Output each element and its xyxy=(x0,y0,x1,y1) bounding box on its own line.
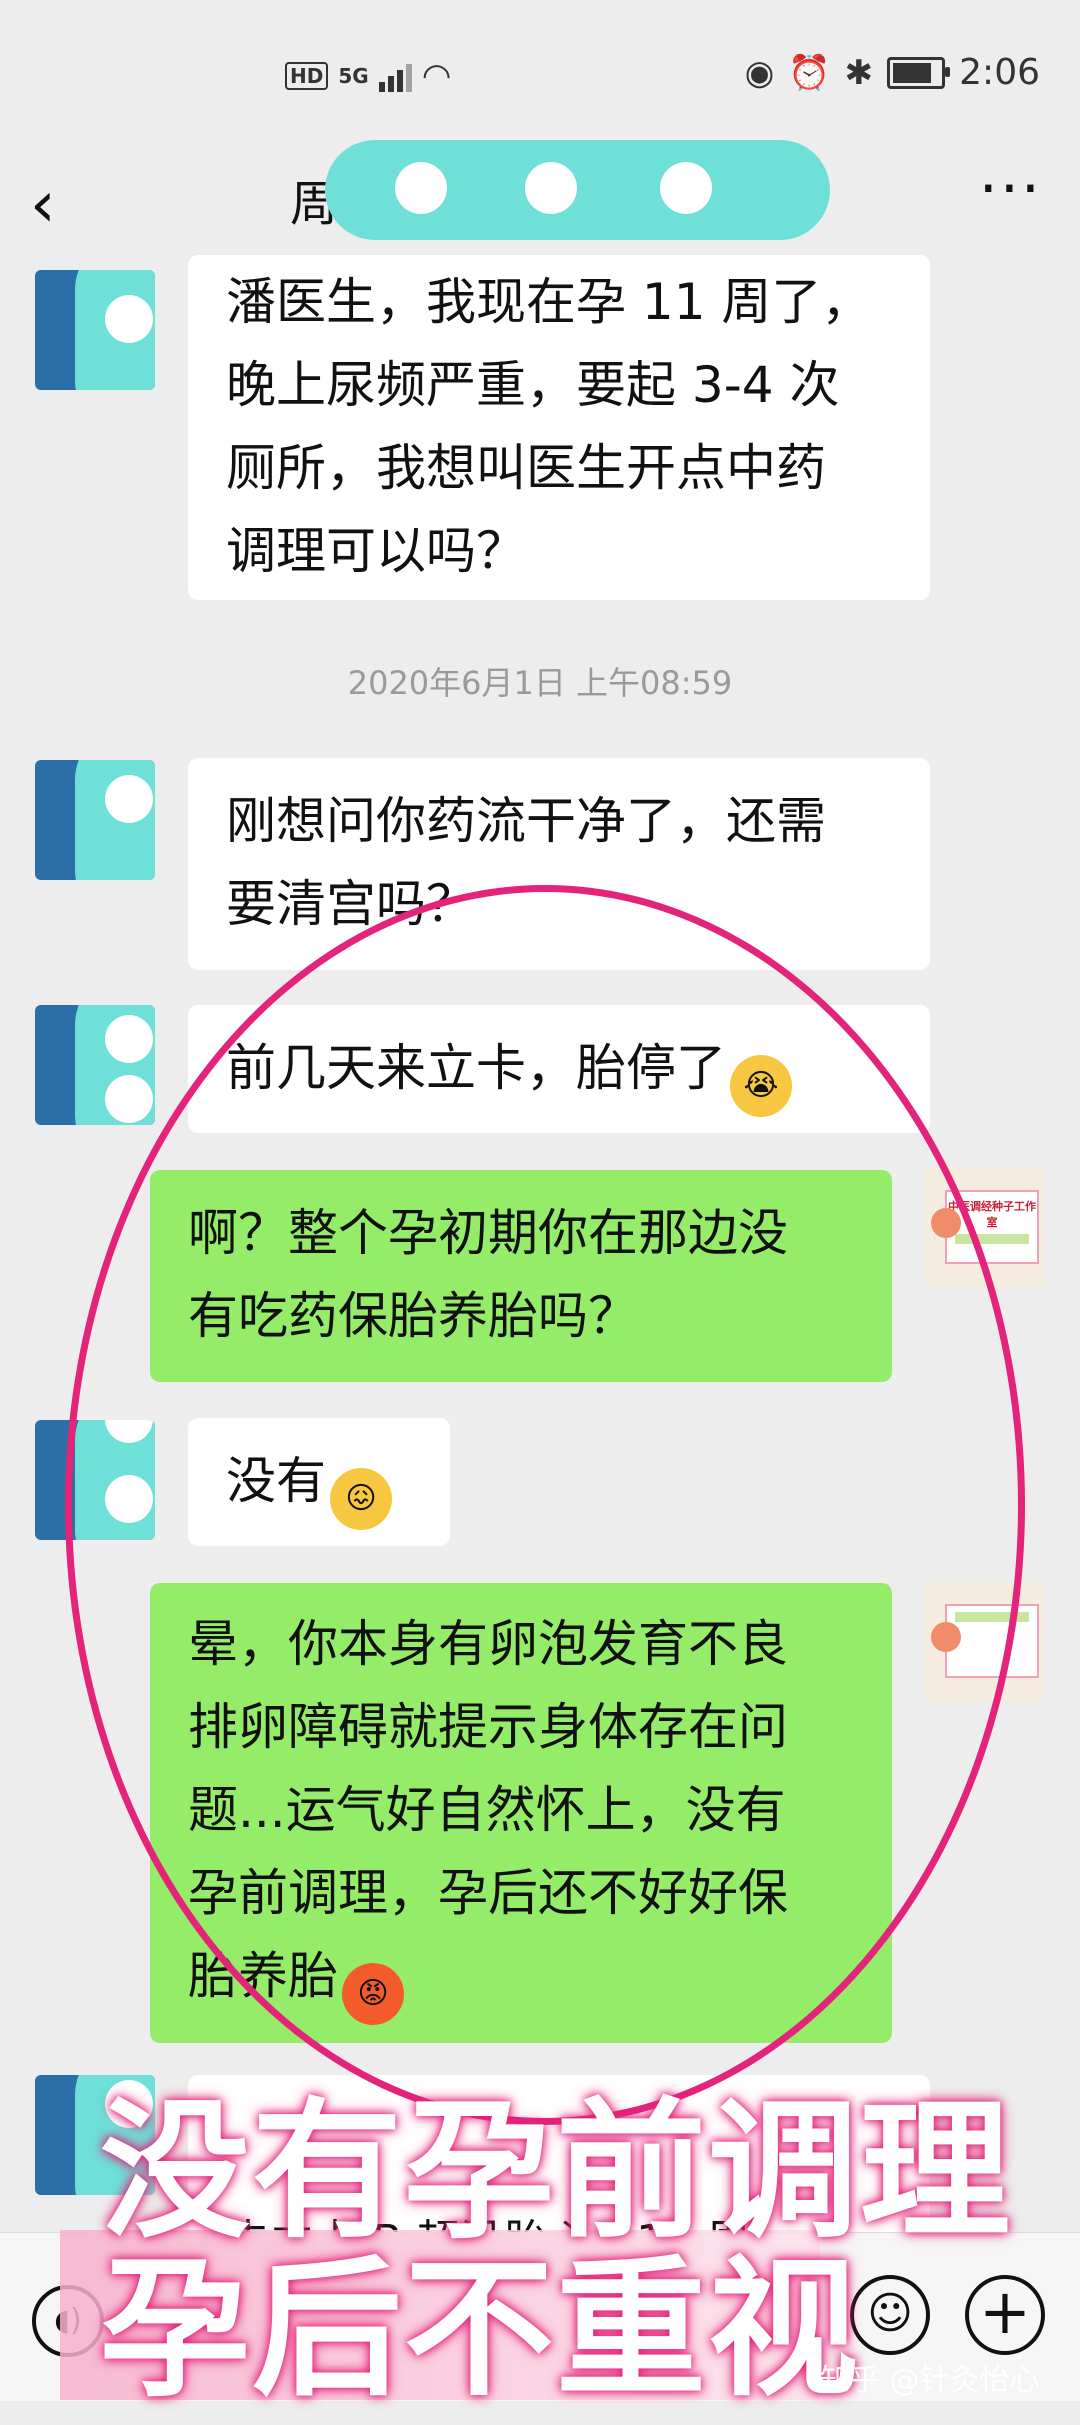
plus-icon[interactable]: + xyxy=(965,2275,1045,2355)
caption-line-2: 孕后不重视 xyxy=(100,2243,861,2417)
status-bar: HD 5G ◠ ◉ ⏰ ✱ 2:06 xyxy=(0,0,1080,150)
message-line: 厕所，我想叫医生开点中药 xyxy=(226,439,826,497)
message-bubble[interactable]: 没有 😖 xyxy=(188,1418,450,1546)
network-type: 5G xyxy=(338,64,369,88)
privacy-mask xyxy=(325,140,830,240)
avatar[interactable]: 中医调经种子工作室 xyxy=(925,1168,1045,1288)
chevron-left-icon[interactable]: ‹ xyxy=(30,168,56,242)
emoji-icon[interactable]: ☺ xyxy=(850,2275,930,2355)
avatar[interactable] xyxy=(35,270,155,390)
message-line: 没有 xyxy=(226,1452,326,1510)
message-bubble[interactable]: 啊？整个孕初期你在那边没 有吃药保胎养胎吗？ xyxy=(150,1170,892,1382)
message-line: 排卵障碍就提示身体存在问 xyxy=(188,1698,788,1756)
message-line: 有吃药保胎养胎吗？ xyxy=(188,1287,638,1345)
chat-header: ‹ 周 ··· xyxy=(0,140,1080,270)
bluetooth-icon: ✱ xyxy=(844,52,874,93)
timestamp: 2020年6月1日 上午08:59 xyxy=(347,664,733,702)
hd-icon: HD xyxy=(285,62,329,90)
message-line: 题...运气好自然怀上，没有 xyxy=(188,1781,786,1839)
battery-icon xyxy=(887,56,951,89)
message-bubble[interactable]: 晕，你本身有卵泡发育不良 排卵障碍就提示身体存在问 题...运气好自然怀上，没有… xyxy=(150,1583,892,2043)
frown-emoji-icon: 😖 xyxy=(330,1468,392,1530)
message-line: 前几天来立卡，胎停了 xyxy=(226,1039,726,1097)
message-line: 胎养胎 xyxy=(188,1947,338,2005)
eye-icon: ◉ xyxy=(744,52,775,93)
message-bubble[interactable]: 潘医生，我现在孕 11 周了， 晚上尿频严重，要起 3-4 次 厕所，我想叫医生… xyxy=(188,255,930,600)
message-line: 调理可以吗？ xyxy=(226,522,526,580)
status-time: 2:06 xyxy=(959,52,1040,93)
crying-emoji-icon: 😭 xyxy=(730,1055,792,1117)
message-line: 刚想问你药流干净了，还需 xyxy=(226,792,826,850)
signal-icon xyxy=(378,60,412,92)
message-line: 晚上尿频严重，要起 3-4 次 xyxy=(226,356,840,414)
angry-emoji-icon: 😡 xyxy=(342,1963,404,2025)
message-line: 孕前调理，孕后还不好好保 xyxy=(188,1864,788,1922)
avatar[interactable] xyxy=(35,1420,155,1540)
avatar[interactable] xyxy=(35,1005,155,1125)
message-line: 潘医生，我现在孕 11 周了， xyxy=(226,273,872,331)
message-line: 晕，你本身有卵泡发育不良 xyxy=(188,1615,788,1673)
avatar[interactable] xyxy=(925,1582,1045,1702)
message-line: 啊？整个孕初期你在那边没 xyxy=(188,1204,788,1262)
message-bubble[interactable]: 刚想问你药流干净了，还需 要清宫吗？ xyxy=(188,758,930,970)
wifi-icon: ◠ xyxy=(421,56,452,96)
message-bubble[interactable]: 前几天来立卡，胎停了 😭 xyxy=(188,1005,930,1133)
more-dots-icon[interactable]: ··· xyxy=(979,154,1042,224)
watermark: 知乎 @针灸怡心 xyxy=(820,2363,1040,2398)
message-line: 要清宫吗？ xyxy=(226,875,476,933)
avatar[interactable] xyxy=(35,760,155,880)
alarm-icon: ⏰ xyxy=(788,52,831,93)
